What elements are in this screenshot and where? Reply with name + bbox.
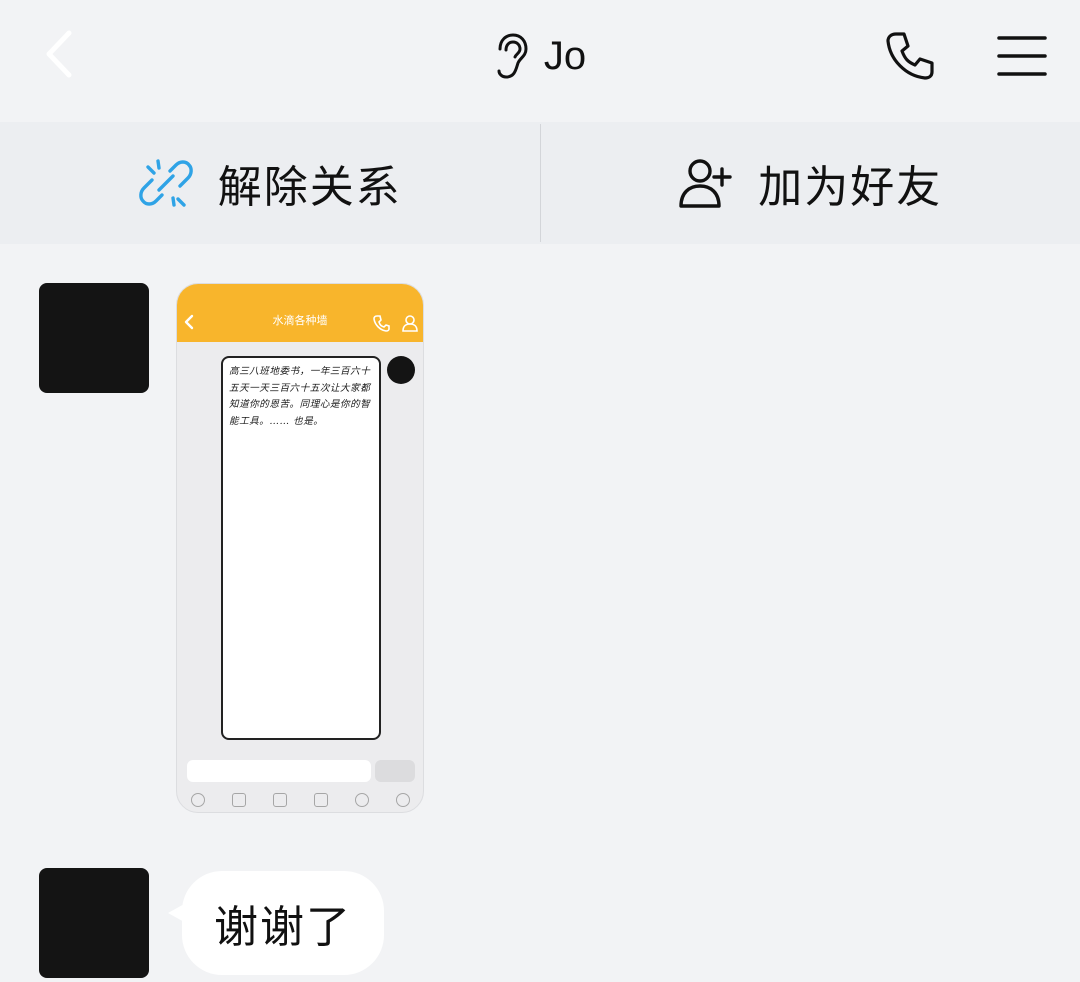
screenshot-toolbar bbox=[177, 786, 423, 812]
phone-icon bbox=[373, 315, 390, 332]
menu-button[interactable] bbox=[992, 26, 1052, 86]
avatar[interactable] bbox=[39, 283, 149, 393]
screenshot-send-button bbox=[375, 760, 415, 782]
screenshot-status-bar bbox=[177, 284, 423, 304]
add-friend-button[interactable]: 加为好友 bbox=[541, 122, 1080, 244]
add-user-icon bbox=[679, 159, 732, 208]
handwritten-note: 高三八班地委书，一年三百六十五天一天三百六十五次让大家都知道你的恩苦。同理心是你… bbox=[221, 356, 381, 740]
screenshot-title-bar: 水滴各种墙 bbox=[177, 304, 423, 342]
image-icon bbox=[231, 793, 246, 807]
screenshot-input bbox=[187, 760, 371, 782]
ear-icon bbox=[497, 33, 528, 79]
image-message[interactable]: 水滴各种墙 高三八班地委书，一年三百六十五天一天三百六十五次让大家都知道你的恩苦… bbox=[176, 283, 424, 813]
relationship-action-bar: 解除关系 加为好友 bbox=[0, 122, 1080, 244]
redpacket-icon bbox=[313, 793, 328, 807]
user-icon bbox=[402, 315, 418, 332]
broken-link-icon bbox=[138, 159, 193, 207]
call-button[interactable] bbox=[880, 26, 940, 86]
phone-icon bbox=[886, 32, 934, 80]
chat-header: Jo bbox=[0, 0, 1080, 122]
avatar[interactable] bbox=[39, 868, 149, 978]
unbind-relation-label: 解除关系 bbox=[217, 162, 402, 213]
camera-icon bbox=[272, 793, 287, 807]
message-text: 谢谢了 bbox=[214, 902, 352, 953]
emoji-icon bbox=[354, 793, 369, 807]
screenshot-avatar bbox=[387, 356, 415, 384]
add-friend-label: 加为好友 bbox=[758, 162, 943, 213]
handwritten-text: 高三八班地委书，一年三百六十五天一天三百六十五次让大家都知道你的恩苦。同理心是你… bbox=[229, 366, 371, 427]
plus-icon bbox=[395, 793, 410, 807]
mic-icon bbox=[190, 793, 205, 807]
menu-icon bbox=[997, 36, 1047, 76]
chat-messages[interactable]: 水滴各种墙 高三八班地委书，一年三百六十五天一天三百六十五次让大家都知道你的恩苦… bbox=[0, 244, 1080, 982]
chat-title: Jo bbox=[543, 33, 587, 78]
text-message-bubble[interactable]: 谢谢了 bbox=[168, 871, 384, 975]
unbind-relation-button[interactable]: 解除关系 bbox=[0, 122, 540, 244]
screenshot-chat-body: 高三八班地委书，一年三百六十五天一天三百六十五次让大家都知道你的恩苦。同理心是你… bbox=[177, 342, 423, 752]
screenshot-input-row bbox=[177, 752, 423, 786]
